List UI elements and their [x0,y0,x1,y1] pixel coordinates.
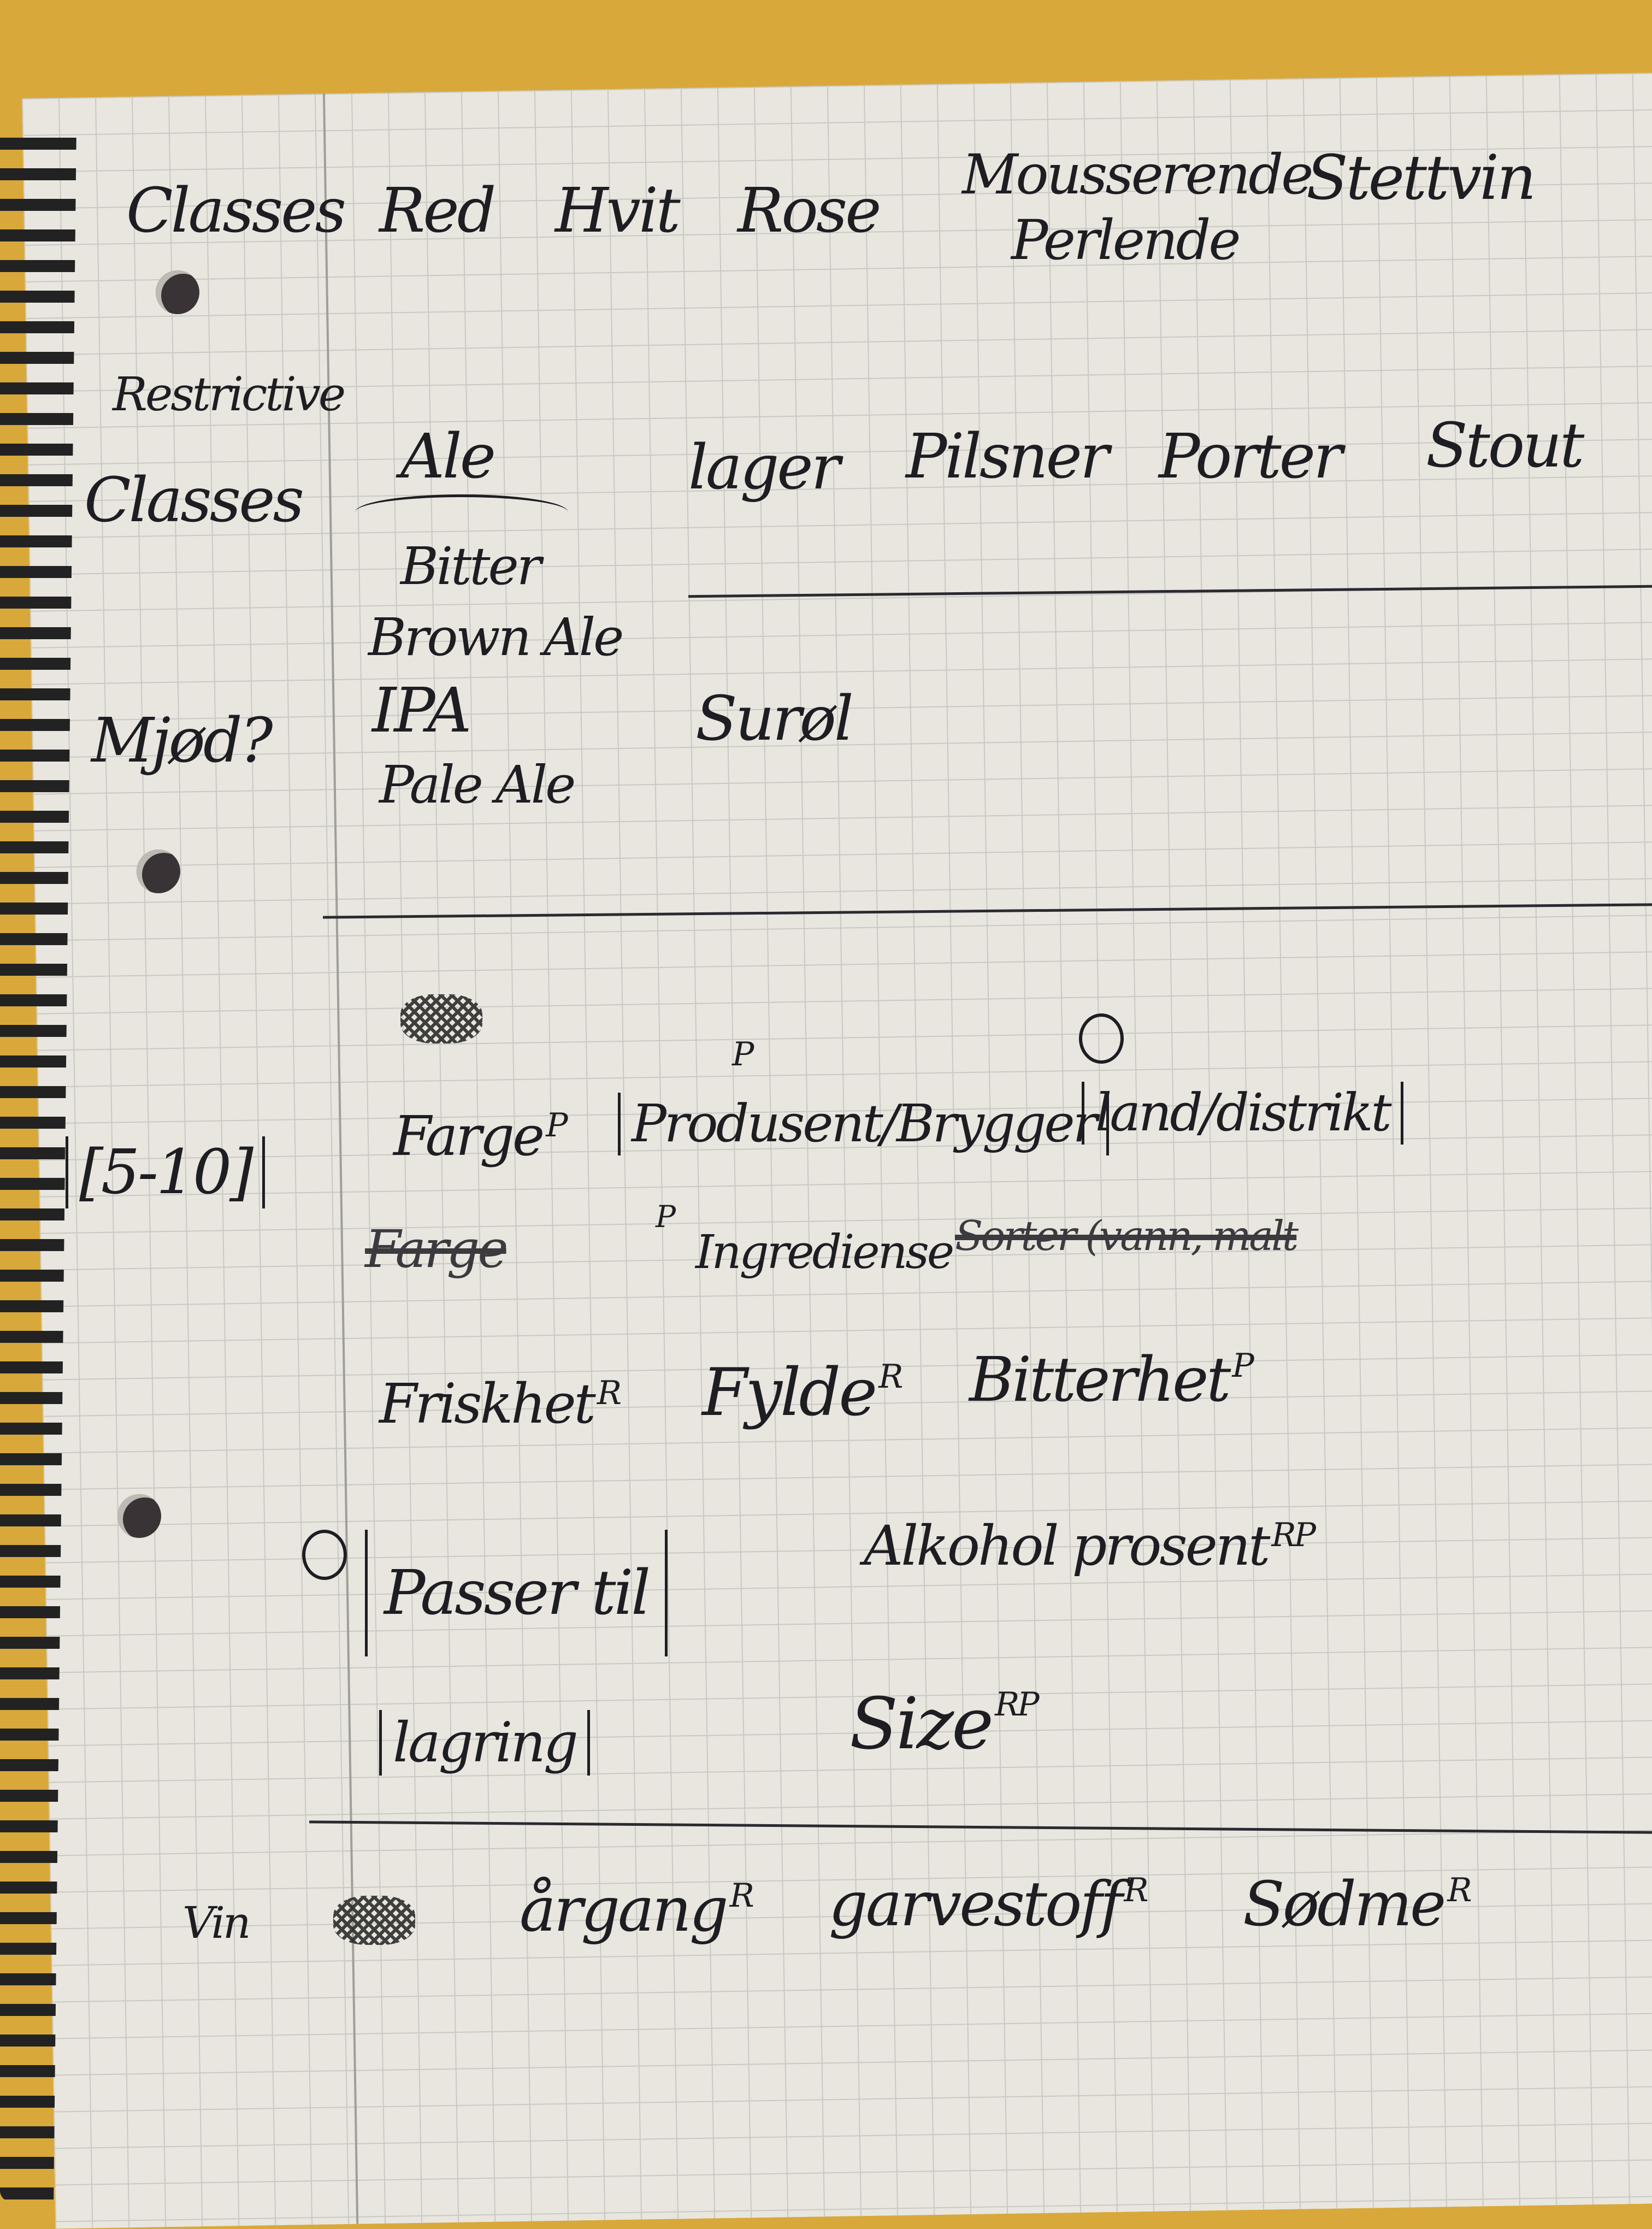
attr-ingrediense: Ingrediense [695,1225,954,1279]
stout: Stout [1426,410,1584,481]
range-label: [5-10] [66,1136,266,1208]
struck-note: Sorter (vann, malt [955,1212,1299,1260]
tag: P [656,1199,676,1234]
attr-alkohol: Alkohol prosent RP [864,1514,1316,1578]
ale-type-ipa: IPA [372,675,471,746]
tag: P [732,1035,754,1074]
class-red: Red [379,175,496,246]
attr-bitterhet: Bitterhet P [969,1345,1254,1416]
classes-label: Classes [126,175,346,246]
ale-type-bitter: Bitter [400,536,541,597]
attr-lagring: lagring [379,1710,590,1776]
class-rose: Rose [738,175,882,246]
punch-hole [156,270,199,314]
attr-passer-til: Passer til [365,1530,668,1656]
lager: lager [688,432,840,503]
mjod: Mjød? [91,705,273,776]
class-stettvin: Stettvin [1306,143,1536,214]
attr-farge-struck: Farge [365,1219,509,1279]
attr-friskhet: Friskhet R [379,1372,622,1436]
circle-mark [302,1530,347,1580]
porter: Porter [1159,421,1343,492]
surol: Surøl [695,683,854,754]
attr-fylde: Fylde R [702,1355,903,1431]
wine-attr-sodme: Sødme R [1243,1869,1472,1940]
attr-produsent: Produsent/Brygger [618,1093,1110,1155]
class-hvit: Hvit [555,175,681,246]
ale-type-brown-ale: Brown Ale [368,608,624,668]
tag: P [546,1106,568,1145]
wine-attr-garvestoff: garvestoff R [829,1869,1149,1940]
wine-attr-argang: årgang R [520,1874,754,1945]
punch-hole [117,1494,161,1538]
classes-label-2: Classes [84,465,304,536]
attr-farge: Farge P [393,1104,568,1168]
pilsner: Pilsner [906,421,1109,492]
vin-label: Vin [182,1897,251,1948]
restrictive-label: Restrictive [113,368,346,422]
class-perlende: Perlende [1011,208,1241,272]
punch-hole [137,850,180,893]
brace [355,494,568,530]
attr-size: Size RP [849,1682,1040,1765]
scribble [400,994,482,1043]
scribble [333,1896,415,1945]
attr-land: land/distrikt [1082,1082,1403,1145]
class-mousserende: Mousserende [962,143,1313,207]
ale-type-pale-ale: Pale Ale [379,755,576,815]
circle-mark [1079,1013,1124,1064]
ale: Ale [400,421,496,492]
